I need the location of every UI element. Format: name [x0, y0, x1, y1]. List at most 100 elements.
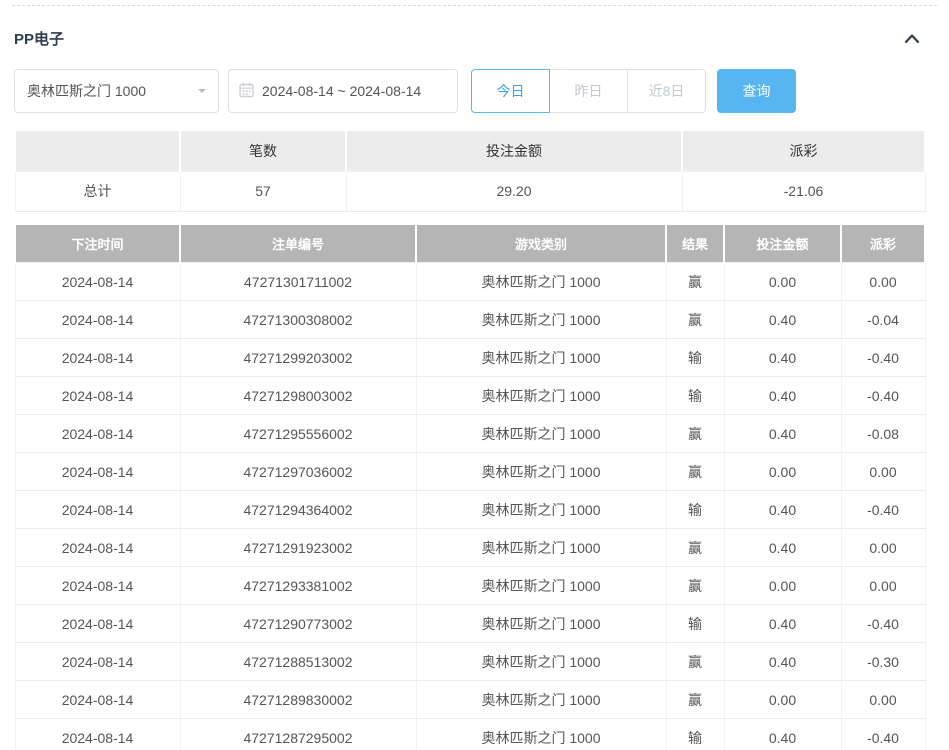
- cell-bet-amount: 0.40: [724, 719, 841, 750]
- cell-bet-amount: 0.40: [724, 605, 841, 643]
- cell-result: 赢: [666, 681, 724, 719]
- cell-result: 赢: [666, 415, 724, 453]
- cell-result: 赢: [666, 301, 724, 339]
- cell-bet-time: 2024-08-14: [15, 415, 180, 453]
- cell-payout: 0.00: [841, 567, 925, 605]
- cell-order-no: 47271290773002: [180, 605, 416, 643]
- summary-total-row: 总计5729.20-21.06: [15, 171, 925, 211]
- quick-range-yesterday-button[interactable]: 昨日: [549, 69, 628, 113]
- cell-order-no: 47271298003002: [180, 377, 416, 415]
- cell-order-no: 47271299203002: [180, 339, 416, 377]
- cell-bet-time: 2024-08-14: [15, 605, 180, 643]
- cell-payout: 0.00: [841, 529, 925, 567]
- table-row: 2024-08-1447271291923002奥林匹斯之门 1000赢0.40…: [15, 529, 925, 567]
- cell-result: 赢: [666, 567, 724, 605]
- table-row: 2024-08-1447271297036002奥林匹斯之门 1000赢0.00…: [15, 453, 925, 491]
- cell-bet-amount: 0.40: [724, 529, 841, 567]
- cell-bet-amount: 0.00: [724, 263, 841, 301]
- cell-payout: -0.04: [841, 301, 925, 339]
- cell-order-no: 47271289830002: [180, 681, 416, 719]
- records-header-cell: 派彩: [841, 225, 925, 263]
- cell-bet-time: 2024-08-14: [15, 377, 180, 415]
- cell-game-type: 奥林匹斯之门 1000: [416, 491, 666, 529]
- records-header-cell: 结果: [666, 225, 724, 263]
- cell-payout: -0.30: [841, 643, 925, 681]
- cell-result: 赢: [666, 263, 724, 301]
- cell-result: 输: [666, 605, 724, 643]
- table-row: 2024-08-1447271287295002奥林匹斯之门 1000输0.40…: [15, 719, 925, 750]
- cell-game-type: 奥林匹斯之门 1000: [416, 415, 666, 453]
- quick-range-today-button[interactable]: 今日: [471, 69, 550, 113]
- cell-bet-amount: 0.40: [724, 301, 841, 339]
- table-row: 2024-08-1447271300308002奥林匹斯之门 1000赢0.40…: [15, 301, 925, 339]
- cell-payout: -0.08: [841, 415, 925, 453]
- cell-bet-time: 2024-08-14: [15, 453, 180, 491]
- summary-count: 57: [180, 171, 346, 211]
- cell-bet-amount: 0.40: [724, 491, 841, 529]
- cell-order-no: 47271300308002: [180, 301, 416, 339]
- records-table: 下注时间注单编号游戏类别结果投注金额派彩 2024-08-14472713017…: [14, 225, 926, 750]
- cell-bet-time: 2024-08-14: [15, 567, 180, 605]
- cell-order-no: 47271291923002: [180, 529, 416, 567]
- cell-result: 赢: [666, 453, 724, 491]
- cell-bet-time: 2024-08-14: [15, 301, 180, 339]
- cell-game-type: 奥林匹斯之门 1000: [416, 263, 666, 301]
- cell-game-type: 奥林匹斯之门 1000: [416, 605, 666, 643]
- cell-game-type: 奥林匹斯之门 1000: [416, 719, 666, 750]
- cell-bet-amount: 0.00: [724, 567, 841, 605]
- table-row: 2024-08-1447271293381002奥林匹斯之门 1000赢0.00…: [15, 567, 925, 605]
- cell-bet-amount: 0.40: [724, 643, 841, 681]
- summary-header-cell: [15, 131, 180, 171]
- cell-bet-amount: 0.40: [724, 415, 841, 453]
- records-header-cell: 游戏类别: [416, 225, 666, 263]
- cell-result: 输: [666, 339, 724, 377]
- cell-result: 输: [666, 377, 724, 415]
- table-row: 2024-08-1447271288513002奥林匹斯之门 1000赢0.40…: [15, 643, 925, 681]
- summary-payout: -21.06: [682, 171, 925, 211]
- summary-total-label: 总计: [15, 171, 180, 211]
- cell-bet-amount: 0.40: [724, 339, 841, 377]
- cell-payout: -0.40: [841, 491, 925, 529]
- cell-payout: -0.40: [841, 605, 925, 643]
- cell-bet-time: 2024-08-14: [15, 529, 180, 567]
- table-row: 2024-08-1447271290773002奥林匹斯之门 1000输0.40…: [15, 605, 925, 643]
- query-button[interactable]: 查询: [717, 69, 796, 113]
- cell-game-type: 奥林匹斯之门 1000: [416, 453, 666, 491]
- cell-game-type: 奥林匹斯之门 1000: [416, 339, 666, 377]
- cell-game-type: 奥林匹斯之门 1000: [416, 681, 666, 719]
- section-header: PP电子: [14, 6, 924, 65]
- cell-payout: 0.00: [841, 263, 925, 301]
- game-select[interactable]: 奥林匹斯之门 1000: [14, 69, 219, 113]
- quick-range-last8days-button[interactable]: 近8日: [627, 69, 706, 113]
- summary-header-row: 笔数投注金额派彩: [15, 131, 925, 171]
- cell-order-no: 47271293381002: [180, 567, 416, 605]
- records-header-cell: 投注金额: [724, 225, 841, 263]
- cell-bet-time: 2024-08-14: [15, 643, 180, 681]
- cell-bet-time: 2024-08-14: [15, 263, 180, 301]
- cell-order-no: 47271295556002: [180, 415, 416, 453]
- cell-result: 输: [666, 719, 724, 750]
- date-range-value: 2024-08-14 ~ 2024-08-14: [262, 83, 421, 99]
- quick-range-group: 今日 昨日 近8日: [471, 69, 706, 113]
- cell-payout: -0.40: [841, 719, 925, 750]
- cell-order-no: 47271288513002: [180, 643, 416, 681]
- cell-bet-amount: 0.40: [724, 377, 841, 415]
- cell-result: 赢: [666, 643, 724, 681]
- table-row: 2024-08-1447271301711002奥林匹斯之门 1000赢0.00…: [15, 263, 925, 301]
- cell-result: 输: [666, 491, 724, 529]
- chevron-up-icon: [904, 31, 920, 48]
- date-range-input[interactable]: 2024-08-14 ~ 2024-08-14: [228, 69, 458, 113]
- collapse-section-button[interactable]: [900, 31, 924, 46]
- game-select-value: 奥林匹斯之门 1000: [27, 81, 146, 101]
- summary-bet-amount: 29.20: [346, 171, 682, 211]
- cell-game-type: 奥林匹斯之门 1000: [416, 301, 666, 339]
- summary-header-cell: 投注金额: [346, 131, 682, 171]
- cell-payout: -0.40: [841, 377, 925, 415]
- cell-bet-amount: 0.00: [724, 681, 841, 719]
- filter-bar: 奥林匹斯之门 1000: [14, 69, 924, 113]
- table-row: 2024-08-1447271298003002奥林匹斯之门 1000输0.40…: [15, 377, 925, 415]
- cell-order-no: 47271294364002: [180, 491, 416, 529]
- records-header-row: 下注时间注单编号游戏类别结果投注金额派彩: [15, 225, 925, 263]
- cell-game-type: 奥林匹斯之门 1000: [416, 567, 666, 605]
- cell-payout: 0.00: [841, 681, 925, 719]
